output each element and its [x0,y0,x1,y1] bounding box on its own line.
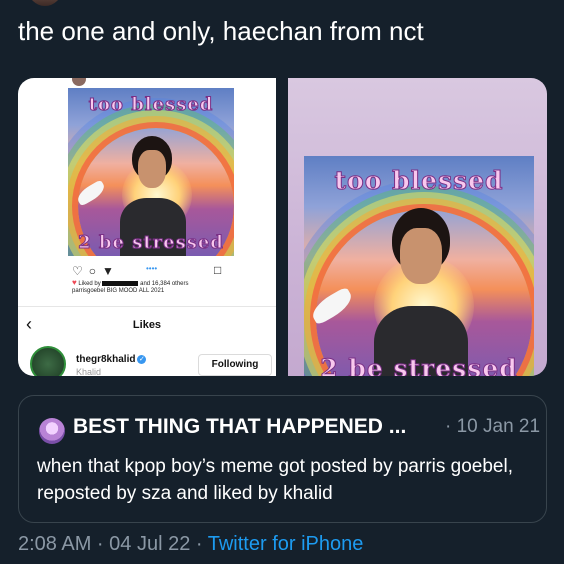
user-handle-text: thegr8khalid [76,354,136,365]
tweet-timestamp[interactable]: 2:08 AM · 04 Jul 22 · [18,533,208,555]
meme-caption-top: too blessed [88,94,214,116]
post-author-avatar [72,78,86,86]
quoted-tweet-date: · 10 Jan 21 [445,416,541,437]
heart-icon: ♥ [72,278,77,287]
quoted-tweet[interactable]: BEST THING THAT HAPPENED ... · 10 Jan 21… [18,395,547,523]
meme-caption-top: too blessed [334,166,504,196]
liked-by-count: and 16,384 others [140,281,189,287]
user-handle[interactable]: thegr8khalid ✓ [76,354,147,365]
post-action-icons[interactable]: ♡○▼ [72,264,120,278]
meme-caption-bottom: 2 be stressed [320,354,518,377]
following-button[interactable]: Following [198,354,272,376]
meme-image: too blessed 2 be stressed [68,88,234,256]
meme-image-large: too blessed 2 be stressed [304,156,534,376]
tweet-text: the one and only, haechan from nct [18,16,424,46]
media-image-meme[interactable]: too blessed 2 be stressed [288,78,547,376]
quoted-author-avatar [39,418,65,444]
liked-by-line: ♥ Liked by and 16,384 others [72,278,189,287]
tweet-source[interactable]: Twitter for iPhone [208,533,364,555]
tweet-metadata: 2:08 AM · 04 Jul 22 · Twitter for iPhone [18,533,363,556]
user-display-name: Khalid [76,367,102,376]
quoted-author-name: BEST THING THAT HAPPENED ... [73,415,407,438]
redacted-name [102,280,139,286]
media-image-instagram-screenshot[interactable]: too blessed 2 be stressed ♡○▼ •••• □ ♥ L… [18,78,276,376]
user-avatar[interactable] [30,346,66,376]
meme-caption-bottom: 2 be stressed [78,232,224,254]
liked-by-label: Liked by [78,281,101,287]
quoted-tweet-text: when that kpop boy’s meme got posted by … [37,456,513,504]
post-caption: parrisgoebel BIG MOOD ALL 2021 [72,288,165,294]
verified-icon: ✓ [137,354,147,364]
author-avatar[interactable] [28,0,62,6]
likes-title: Likes [132,319,162,331]
carousel-dots: •••• [146,264,158,273]
divider [18,306,276,307]
media-grid[interactable]: too blessed 2 be stressed ♡○▼ •••• □ ♥ L… [18,78,547,376]
bookmark-icon[interactable]: □ [214,263,221,277]
